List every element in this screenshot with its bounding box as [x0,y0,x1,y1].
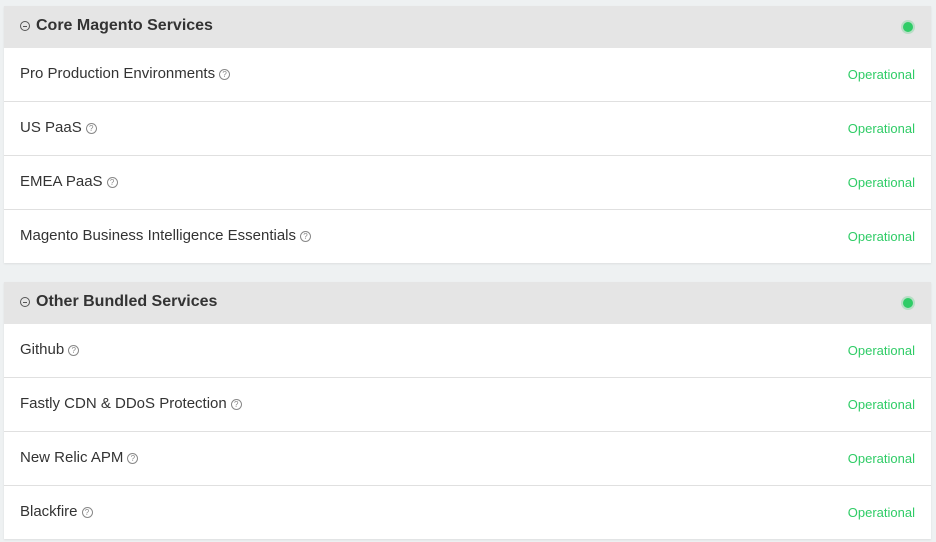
collapse-icon[interactable] [20,21,30,31]
component-row: Magento Business Intelligence Essentials… [4,209,931,263]
component-name: Blackfire [20,503,78,520]
help-icon[interactable]: ? [230,399,242,410]
component-name-wrap: Github? [20,341,80,358]
component-name-wrap: Pro Production Environments? [20,65,231,82]
component-row: EMEA PaaS? Operational [4,155,931,209]
component-list: Github? Operational Fastly CDN & DDoS Pr… [4,324,931,539]
component-group-other-bundled: Other Bundled Services Github? Operation… [4,282,931,539]
component-name-wrap: US PaaS? [20,119,97,136]
component-list: Pro Production Environments? Operational… [4,48,931,263]
component-row: Pro Production Environments? Operational [4,48,931,101]
help-icon[interactable]: ? [127,453,139,464]
group-title: Other Bundled Services [36,293,218,310]
help-icon[interactable]: ? [68,345,80,356]
collapse-icon[interactable] [20,297,30,307]
component-name: Magento Business Intelligence Essentials [20,227,296,244]
component-name-wrap: Blackfire? [20,503,93,520]
component-name-wrap: Magento Business Intelligence Essentials… [20,227,311,244]
help-icon[interactable]: ? [85,123,97,134]
status-page: Core Magento Services Pro Production Env… [0,0,936,542]
component-row: Fastly CDN & DDoS Protection? Operationa… [4,377,931,431]
component-row: US PaaS? Operational [4,101,931,155]
component-name: Github [20,341,65,358]
group-header[interactable]: Other Bundled Services [4,282,931,324]
help-icon[interactable]: ? [300,231,311,242]
help-icon[interactable]: ? [81,507,93,518]
component-status: Operational [847,67,915,82]
component-group-core-magento: Core Magento Services Pro Production Env… [4,6,931,263]
group-header[interactable]: Core Magento Services [4,6,931,48]
component-status: Operational [847,175,915,190]
component-name: Fastly CDN & DDoS Protection [20,395,227,412]
component-name: Pro Production Environments [20,65,216,82]
component-name: EMEA PaaS [20,173,103,190]
component-row: New Relic APM? Operational [4,431,931,485]
component-status: Operational [847,343,915,358]
group-title: Core Magento Services [36,17,213,34]
component-row: Blackfire? Operational [4,485,931,539]
component-status: Operational [847,505,915,520]
component-name: US PaaS [20,119,82,136]
status-dot-icon [903,298,913,308]
component-status: Operational [847,451,915,466]
component-name-wrap: Fastly CDN & DDoS Protection? [20,395,242,412]
component-status: Operational [847,229,915,244]
component-name-wrap: EMEA PaaS? [20,173,118,190]
component-name: New Relic APM [20,449,124,466]
help-icon[interactable]: ? [219,69,231,80]
component-status: Operational [847,121,915,136]
component-row: Github? Operational [4,324,931,377]
status-dot-icon [903,22,913,32]
component-name-wrap: New Relic APM? [20,449,139,466]
help-icon[interactable]: ? [106,177,118,188]
component-status: Operational [847,397,915,412]
